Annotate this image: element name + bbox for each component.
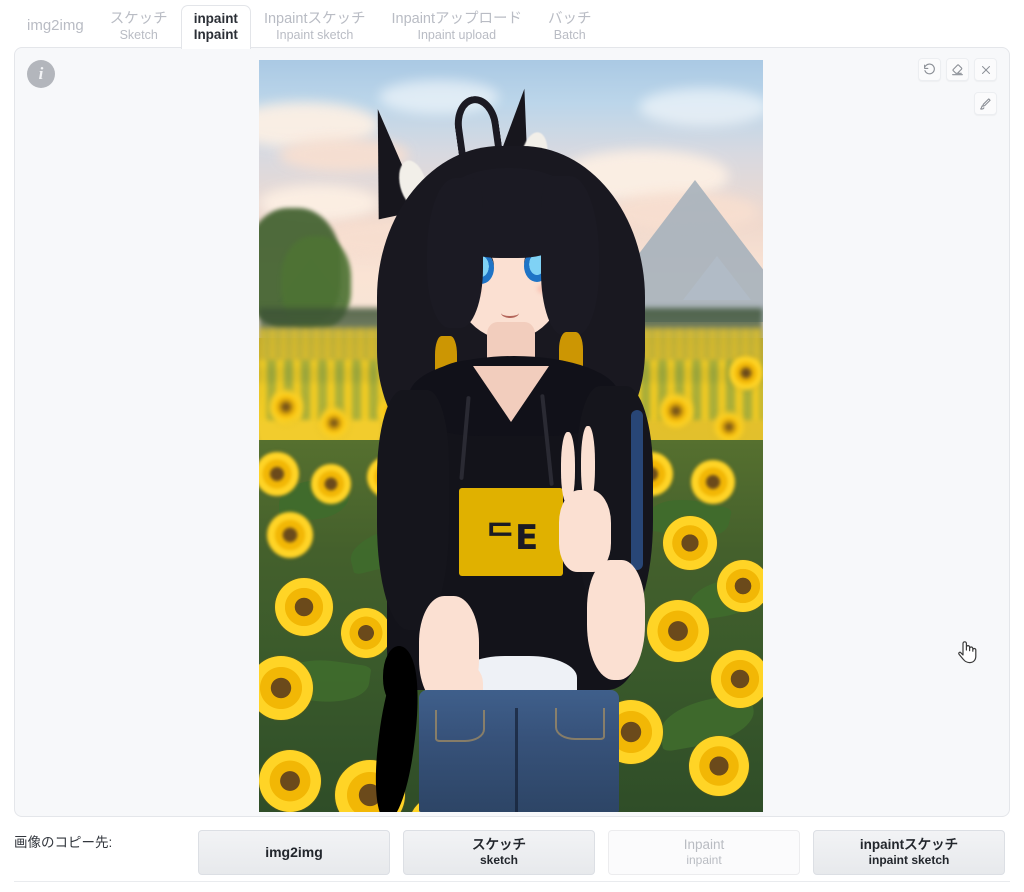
tab-batch-label-en: Batch bbox=[553, 27, 586, 42]
copy-to-img2img-button[interactable]: img2img bbox=[198, 830, 390, 875]
inpaint-image-canvas[interactable]: ᄃE bbox=[259, 60, 763, 812]
sunflower bbox=[689, 736, 749, 796]
shirt-logo-mark: ᄃE bbox=[484, 517, 539, 558]
sunflower bbox=[647, 600, 709, 662]
pyramid-small bbox=[683, 256, 751, 300]
tab-inpaint-label-en: Inpaint bbox=[193, 26, 238, 42]
cloud bbox=[639, 88, 763, 126]
jeans-pocket-right bbox=[555, 708, 605, 740]
side-hair-left bbox=[427, 178, 483, 328]
copy-image-to-label: 画像のコピー先: bbox=[14, 835, 113, 850]
jeans-pocket-left bbox=[435, 710, 485, 742]
brush-icon[interactable] bbox=[974, 92, 997, 115]
sunflower bbox=[275, 578, 333, 636]
sunflower bbox=[663, 516, 717, 570]
tab-sketch-label-en: Sketch bbox=[119, 27, 158, 42]
sunflower bbox=[714, 412, 744, 442]
copy-to-sketch-label-en: sketch bbox=[479, 853, 519, 868]
bottom-divider bbox=[14, 881, 1010, 882]
tab-batch-label-jp: バッチ bbox=[548, 11, 592, 28]
jeans-seam-center bbox=[515, 708, 518, 812]
tab-inpaint-upload[interactable]: Inpaintアップロード Inpaint upload bbox=[378, 5, 535, 49]
sunflower bbox=[659, 394, 693, 428]
tab-img2img[interactable]: img2img bbox=[14, 5, 97, 49]
tab-inpaint-label-jp: inpaint bbox=[193, 11, 238, 27]
generated-image: ᄃE bbox=[259, 60, 763, 812]
tab-inpaint-sketch-label-en: Inpaint sketch bbox=[276, 27, 354, 42]
copy-to-sketch-button[interactable]: スケッチ sketch bbox=[403, 830, 595, 875]
eraser-icon[interactable] bbox=[946, 58, 969, 81]
img2img-app-window: img2img スケッチ Sketch inpaint Inpaint Inpa… bbox=[0, 0, 1024, 892]
tab-img2img-label-jp: img2img bbox=[27, 17, 84, 35]
sunflower bbox=[711, 650, 763, 708]
sunflower bbox=[267, 512, 313, 558]
arm-right bbox=[587, 560, 645, 680]
copy-to-inpaint-sketch-label-en: inpaint sketch bbox=[868, 853, 950, 868]
tab-batch[interactable]: バッチ Batch bbox=[535, 5, 605, 49]
copy-to-inpaint-sketch-label-jp: inpaintスケッチ bbox=[859, 837, 959, 853]
sunflower bbox=[717, 560, 763, 612]
tab-sketch[interactable]: スケッチ Sketch bbox=[97, 5, 181, 49]
copy-to-img2img-label-jp: img2img bbox=[265, 844, 323, 861]
tab-bar: img2img スケッチ Sketch inpaint Inpaint Inpa… bbox=[0, 0, 1024, 49]
canvas-toolbar-secondary bbox=[974, 92, 997, 115]
finger-middle bbox=[581, 426, 595, 504]
sunflower bbox=[259, 750, 321, 812]
canvas-toolbar bbox=[918, 58, 997, 81]
tab-inpaint-sketch-label-jp: Inpaintスケッチ bbox=[263, 11, 366, 28]
side-hair-right bbox=[541, 176, 599, 336]
close-icon[interactable] bbox=[974, 58, 997, 81]
tab-inpaint-sketch[interactable]: Inpaintスケッチ Inpaint sketch bbox=[251, 5, 379, 49]
sleeve-stripe bbox=[631, 410, 643, 570]
tab-inpaint[interactable]: inpaint Inpaint bbox=[180, 5, 251, 49]
tab-inpaint-upload-label-jp: Inpaintアップロード bbox=[391, 11, 523, 28]
sunflower bbox=[341, 608, 391, 658]
copy-to-inpaint-button: Inpaint inpaint bbox=[608, 830, 800, 875]
mouth bbox=[501, 308, 519, 318]
inpaint-mask-stroke bbox=[383, 646, 415, 706]
sunflower bbox=[729, 356, 763, 390]
inpaint-canvas-panel: i ᄃE bbox=[14, 47, 1010, 817]
sleeve-left bbox=[377, 390, 449, 630]
sunflower bbox=[311, 464, 351, 504]
sunflower bbox=[319, 408, 349, 438]
tab-sketch-label-jp: スケッチ bbox=[109, 11, 168, 28]
info-icon[interactable]: i bbox=[27, 60, 55, 88]
undo-icon[interactable] bbox=[918, 58, 941, 81]
copy-image-to-bar: 画像のコピー先: img2img スケッチ sketch Inpaint inp… bbox=[14, 817, 1010, 881]
copy-to-inpaint-sketch-button[interactable]: inpaintスケッチ inpaint sketch bbox=[813, 830, 1005, 875]
sunflower bbox=[269, 390, 303, 424]
copy-to-sketch-label-jp: スケッチ bbox=[472, 837, 526, 853]
copy-to-inpaint-label-jp: Inpaint bbox=[683, 837, 725, 853]
sunflower bbox=[691, 460, 735, 504]
copy-to-inpaint-label-en: inpaint bbox=[686, 853, 722, 868]
tab-inpaint-upload-label-en: Inpaint upload bbox=[417, 27, 497, 42]
finger-index bbox=[561, 432, 575, 504]
